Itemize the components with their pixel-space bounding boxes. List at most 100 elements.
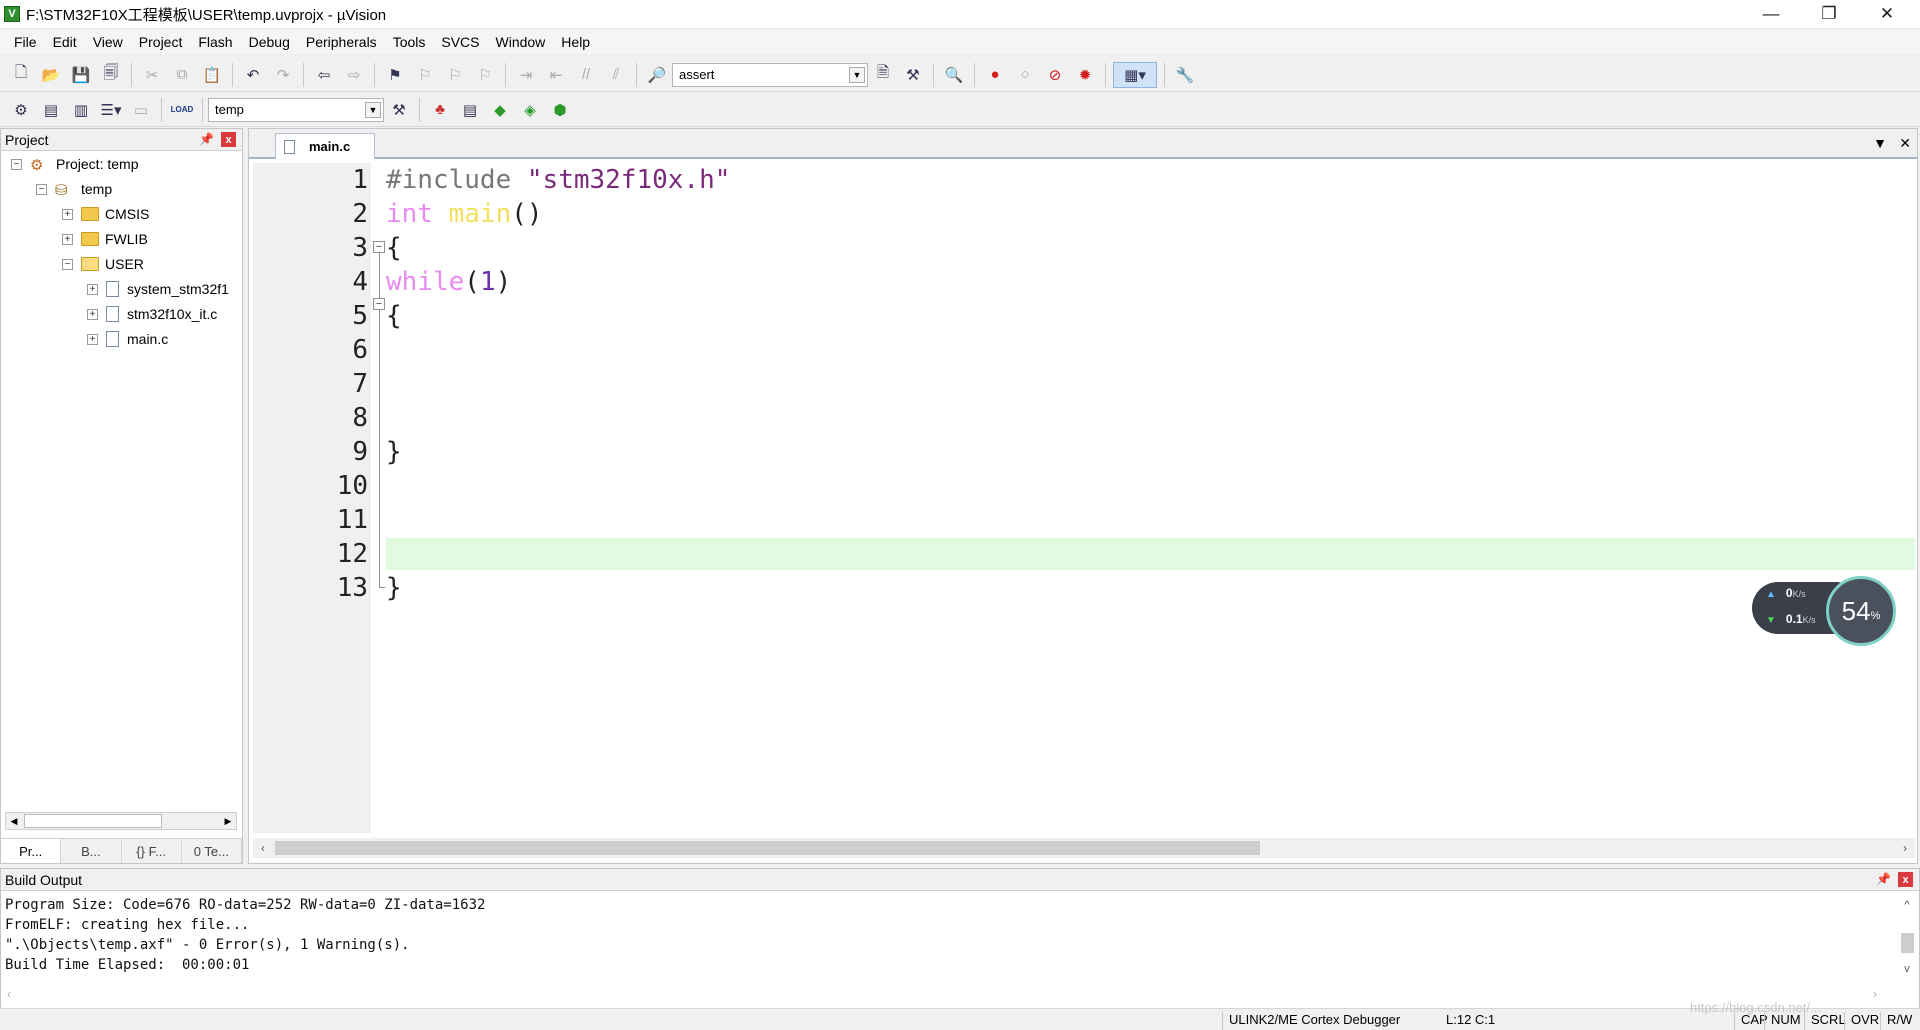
scroll-right-icon[interactable]: ▶	[220, 813, 236, 829]
fold-toggle-icon[interactable]: −	[373, 241, 385, 253]
tree-target[interactable]: − ⛁ temp	[36, 178, 112, 200]
build-horizontal-scrollbar[interactable]: ‹ ›	[5, 985, 1895, 1005]
menu-tools[interactable]: Tools	[385, 34, 434, 50]
network-speed-widget[interactable]: ▲ 0K/s ▼ 0.1K/s 54%	[1752, 576, 1902, 646]
copy-icon[interactable]: ⧉	[169, 62, 195, 88]
new-file-icon[interactable]: 🗋	[8, 62, 34, 88]
bookmark-toggle-icon[interactable]: ⚑	[382, 62, 408, 88]
tab-project[interactable]: Pr...	[1, 839, 62, 863]
tree-group-user[interactable]: − USER	[62, 253, 144, 275]
collapse-icon[interactable]: −	[11, 158, 22, 170]
tree-file-it[interactable]: + stm32f10x_it.c	[87, 303, 217, 325]
menu-debug[interactable]: Debug	[241, 34, 298, 50]
scroll-thumb[interactable]	[24, 814, 162, 828]
target-options-icon[interactable]: ⚒	[386, 97, 412, 123]
menu-edit[interactable]: Edit	[45, 34, 85, 50]
cut-icon[interactable]: ✂	[139, 62, 165, 88]
restore-button[interactable]: ❐	[1800, 0, 1858, 28]
find-in-files-icon[interactable]: 🔎	[644, 62, 670, 88]
redo-icon[interactable]: ↷	[270, 62, 296, 88]
paste-icon[interactable]: 📋	[199, 62, 225, 88]
comment-icon[interactable]: //	[573, 62, 599, 88]
tab-books[interactable]: B...	[61, 839, 122, 863]
expand-icon[interactable]: +	[87, 333, 98, 345]
tab-templates[interactable]: 0 Te...	[182, 839, 242, 863]
menu-peripherals[interactable]: Peripherals	[298, 34, 385, 50]
pin-icon[interactable]: 📌	[1876, 872, 1891, 886]
tab-functions[interactable]: {} F...	[122, 839, 182, 863]
pack-installer-icon[interactable]: ◈	[517, 97, 543, 123]
menu-flash[interactable]: Flash	[190, 34, 240, 50]
enable-breakpoint-icon[interactable]: ○	[1012, 62, 1038, 88]
menu-svcs[interactable]: SVCS	[433, 34, 487, 50]
manage-project-items-icon[interactable]: ♣	[427, 97, 453, 123]
target-select[interactable]: temp ▼	[208, 97, 384, 122]
navigate-back-icon[interactable]: ⇦	[311, 62, 337, 88]
find-icon[interactable]: 🗎	[870, 62, 896, 88]
unindent-icon[interactable]: ⇤	[543, 62, 569, 88]
select-packs-icon[interactable]: ⬢	[547, 97, 573, 123]
menu-file[interactable]: File	[6, 34, 45, 50]
menu-window[interactable]: Window	[488, 34, 554, 50]
configure-icon[interactable]: 🔧	[1172, 62, 1198, 88]
expand-icon[interactable]: +	[87, 308, 98, 320]
kill-breakpoints-icon[interactable]: ✹	[1072, 62, 1098, 88]
minimize-button[interactable]: —	[1742, 0, 1800, 28]
expand-icon[interactable]: +	[62, 208, 73, 220]
chevron-down-icon[interactable]: ▼	[365, 101, 381, 118]
tab-main-c[interactable]: main.c	[275, 133, 375, 159]
download-icon[interactable]: LOAD	[169, 97, 195, 123]
scroll-thumb[interactable]	[1901, 933, 1914, 953]
tree-file-system[interactable]: + system_stm32f1	[87, 278, 229, 300]
tree-file-main[interactable]: + main.c	[87, 328, 168, 350]
debug-session-icon[interactable]: 🔍	[941, 62, 967, 88]
build-output-text[interactable]: Program Size: Code=676 RO-data=252 RW-da…	[5, 895, 1895, 991]
project-horizontal-scrollbar[interactable]: ◀ ▶	[5, 812, 237, 830]
open-file-icon[interactable]: 📂	[38, 62, 64, 88]
navigate-forward-icon[interactable]: ⇨	[341, 62, 367, 88]
build-icon[interactable]: ▤	[38, 97, 64, 123]
indent-icon[interactable]: ⇥	[513, 62, 539, 88]
editor-horizontal-scrollbar[interactable]: ‹ ›	[253, 838, 1915, 858]
close-icon[interactable]: x	[221, 132, 236, 147]
menu-project[interactable]: Project	[131, 34, 191, 50]
translate-icon[interactable]: ⚙	[8, 97, 34, 123]
save-icon[interactable]: 💾	[68, 62, 94, 88]
scroll-up-icon[interactable]: ^	[1899, 897, 1915, 913]
collapse-icon[interactable]: −	[36, 183, 47, 195]
stop-build-icon[interactable]: ▭	[128, 97, 154, 123]
uncomment-icon[interactable]: ⫽	[603, 62, 629, 88]
disable-breakpoints-icon[interactable]: ⊘	[1042, 62, 1068, 88]
scroll-right-icon[interactable]: ›	[1897, 840, 1913, 856]
expand-icon[interactable]: +	[62, 233, 73, 245]
multi-project-icon[interactable]: ▤	[457, 97, 483, 123]
insert-breakpoint-icon[interactable]: ●	[982, 62, 1008, 88]
close-icon[interactable]: ✕	[1899, 135, 1911, 152]
find-combo[interactable]: assert ▼	[672, 62, 868, 87]
code-area[interactable]: #include "stm32f10x.h" int main() { whil…	[386, 163, 1915, 833]
pin-icon[interactable]: 📌	[199, 132, 214, 146]
save-all-icon[interactable]: 🗐	[98, 62, 124, 88]
bookmark-clear-icon[interactable]: ⚐	[472, 62, 498, 88]
scroll-right-icon[interactable]: ›	[1873, 987, 1877, 1001]
close-icon[interactable]: x	[1898, 872, 1913, 887]
incremental-find-icon[interactable]: ⚒	[900, 62, 926, 88]
bookmark-next-icon[interactable]: ⚐	[442, 62, 468, 88]
scroll-thumb[interactable]	[275, 841, 1260, 855]
scroll-left-icon[interactable]: ‹	[7, 987, 11, 1001]
rebuild-icon[interactable]: ▥	[68, 97, 94, 123]
window-layout-icon[interactable]: ▦▾	[1113, 61, 1157, 88]
chevron-down-icon[interactable]: ▼	[1873, 135, 1887, 151]
undo-icon[interactable]: ↶	[240, 62, 266, 88]
close-window-button[interactable]: ✕	[1858, 0, 1916, 28]
run-time-environment-icon[interactable]: ◆	[487, 97, 513, 123]
scroll-left-icon[interactable]: ◀	[6, 813, 22, 829]
menu-view[interactable]: View	[85, 34, 131, 50]
expand-icon[interactable]: +	[87, 283, 98, 295]
build-vertical-scrollbar[interactable]: ^ v	[1899, 897, 1917, 977]
bookmark-prev-icon[interactable]: ⚐	[412, 62, 438, 88]
chevron-down-icon[interactable]: ▼	[849, 66, 865, 83]
scroll-down-icon[interactable]: v	[1899, 961, 1915, 977]
fold-toggle-icon[interactable]: −	[373, 298, 385, 310]
collapse-icon[interactable]: −	[62, 258, 73, 270]
